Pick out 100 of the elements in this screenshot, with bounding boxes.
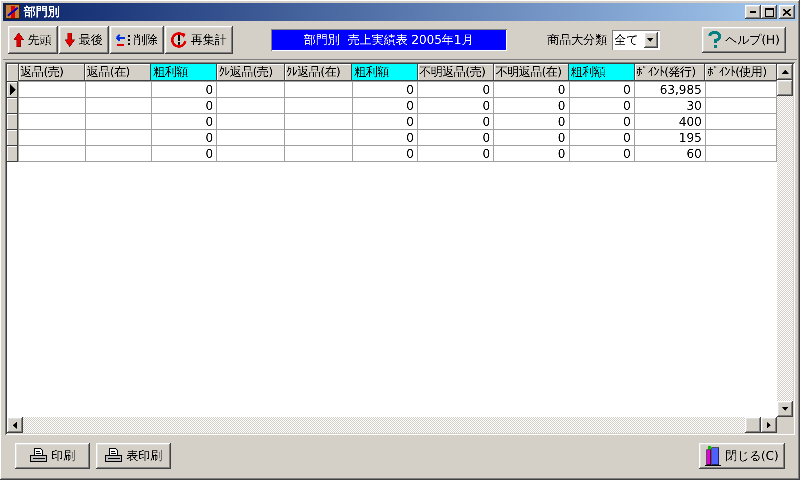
table-cell: 0 <box>494 146 570 162</box>
horizontal-scrollbar[interactable] <box>7 417 777 433</box>
category-dropdown[interactable]: 全て <box>612 30 660 50</box>
table-cell: 0 <box>418 130 494 146</box>
printer-icon <box>104 448 122 464</box>
column-header[interactable]: 返品(売) <box>18 64 86 82</box>
table-cell: 0 <box>151 82 217 98</box>
scroll-thumb[interactable] <box>745 417 761 433</box>
up-arrow-icon <box>14 33 24 47</box>
table-cell: 0 <box>418 82 494 98</box>
table-cell: 0 <box>352 98 418 114</box>
column-header[interactable]: 返品(在) <box>85 64 152 82</box>
question-mark-icon <box>708 31 722 49</box>
table-cell <box>216 130 285 146</box>
table-cell: 0 <box>151 114 217 130</box>
column-header[interactable]: 不明返品(売) <box>418 64 494 82</box>
minimize-icon <box>750 11 756 13</box>
table-cell: 0 <box>569 146 634 162</box>
grid-corner <box>7 64 19 82</box>
table-cell <box>284 82 352 98</box>
table-cell: 0 <box>352 82 418 98</box>
table-cell <box>85 98 152 114</box>
recount-button[interactable]: 再集計 <box>165 26 233 54</box>
table-cell: 0 <box>569 82 634 98</box>
table-cell <box>85 130 152 146</box>
table-cell <box>18 98 86 114</box>
table-cell <box>18 146 86 162</box>
column-header[interactable]: ﾎﾟｲﾝﾄ(使用) <box>705 64 776 82</box>
table-cell: 0 <box>352 114 418 130</box>
table-cell <box>18 130 86 146</box>
table-cell: 63,985 <box>634 82 706 98</box>
app-icon <box>5 4 21 20</box>
maximize-button[interactable] <box>761 5 777 19</box>
scroll-thumb[interactable] <box>777 80 793 96</box>
table-cell <box>705 130 776 146</box>
left-triangle-icon <box>13 422 17 428</box>
close-icon <box>783 8 791 16</box>
maximize-icon <box>764 8 774 16</box>
scrollbar-corner <box>777 417 793 433</box>
table-cell: 195 <box>634 130 706 146</box>
scroll-down-button[interactable] <box>777 401 793 417</box>
table-cell <box>705 114 776 130</box>
scroll-left-button[interactable] <box>7 417 23 433</box>
right-triangle-icon <box>767 422 771 428</box>
close-button[interactable] <box>779 5 795 19</box>
table-cell: 0 <box>418 146 494 162</box>
scroll-up-button[interactable] <box>777 64 793 80</box>
column-header[interactable]: 粗利額 <box>569 64 634 82</box>
table-cell <box>284 130 352 146</box>
scroll-right-button[interactable] <box>761 417 777 433</box>
column-header[interactable]: ｸﾚ返品(売) <box>216 64 285 82</box>
table-cell: 0 <box>494 98 570 114</box>
table-cell: 0 <box>352 130 418 146</box>
column-header[interactable]: ｸﾚ返品(在) <box>284 64 352 82</box>
table-cell: 30 <box>634 98 706 114</box>
table-cell: 0 <box>494 114 570 130</box>
category-label: 商品大分類 <box>548 32 608 48</box>
window-title: 部門別 <box>24 4 61 20</box>
table-cell <box>216 114 285 130</box>
delete-button[interactable]: 削除 <box>110 26 164 54</box>
print-button[interactable]: 表印刷 <box>96 443 171 469</box>
print-button[interactable]: 印刷 <box>15 443 90 469</box>
table-cell <box>85 114 152 130</box>
table-cell: 0 <box>418 98 494 114</box>
help-button[interactable]: ヘルプ(H) <box>702 27 786 53</box>
column-header[interactable]: ﾎﾟｲﾝﾄ(発行) <box>634 64 706 82</box>
table-cell <box>216 82 285 98</box>
table-cell: 0 <box>569 98 634 114</box>
delete-rows-icon <box>116 34 130 46</box>
down-triangle-icon <box>782 407 788 411</box>
report-title-banner: 部門別 売上実績表 2005年1月 <box>271 29 507 51</box>
table-cell <box>284 98 352 114</box>
table-cell: 0 <box>151 98 217 114</box>
table-cell: 0 <box>494 82 570 98</box>
down-arrow-icon <box>65 33 75 47</box>
column-header[interactable]: 粗利額 <box>352 64 418 82</box>
table-cell: 0 <box>569 114 634 130</box>
column-header[interactable]: 不明返品(在) <box>494 64 570 82</box>
table-cell <box>284 114 352 130</box>
table-cell <box>85 82 152 98</box>
table-cell: 400 <box>634 114 706 130</box>
table-cell <box>705 98 776 114</box>
dropdown-button[interactable] <box>644 32 658 48</box>
table-cell <box>18 82 86 98</box>
close-button[interactable]: 閉じる(C) <box>699 443 785 469</box>
down-triangle-icon <box>647 38 654 42</box>
minimize-button[interactable] <box>745 5 761 19</box>
vertical-scrollbar[interactable] <box>777 64 793 417</box>
table-cell <box>705 146 776 162</box>
table-cell: 0 <box>494 130 570 146</box>
last-button[interactable]: 最後 <box>59 26 109 54</box>
table-cell <box>284 146 352 162</box>
exit-door-icon <box>705 446 722 466</box>
column-header[interactable]: 粗利額 <box>151 64 217 82</box>
table-cell <box>85 146 152 162</box>
table-cell: 0 <box>352 146 418 162</box>
first-button[interactable]: 先頭 <box>8 26 58 54</box>
up-triangle-icon <box>782 70 788 74</box>
table-cell <box>18 114 86 130</box>
table-cell: 0 <box>569 130 634 146</box>
